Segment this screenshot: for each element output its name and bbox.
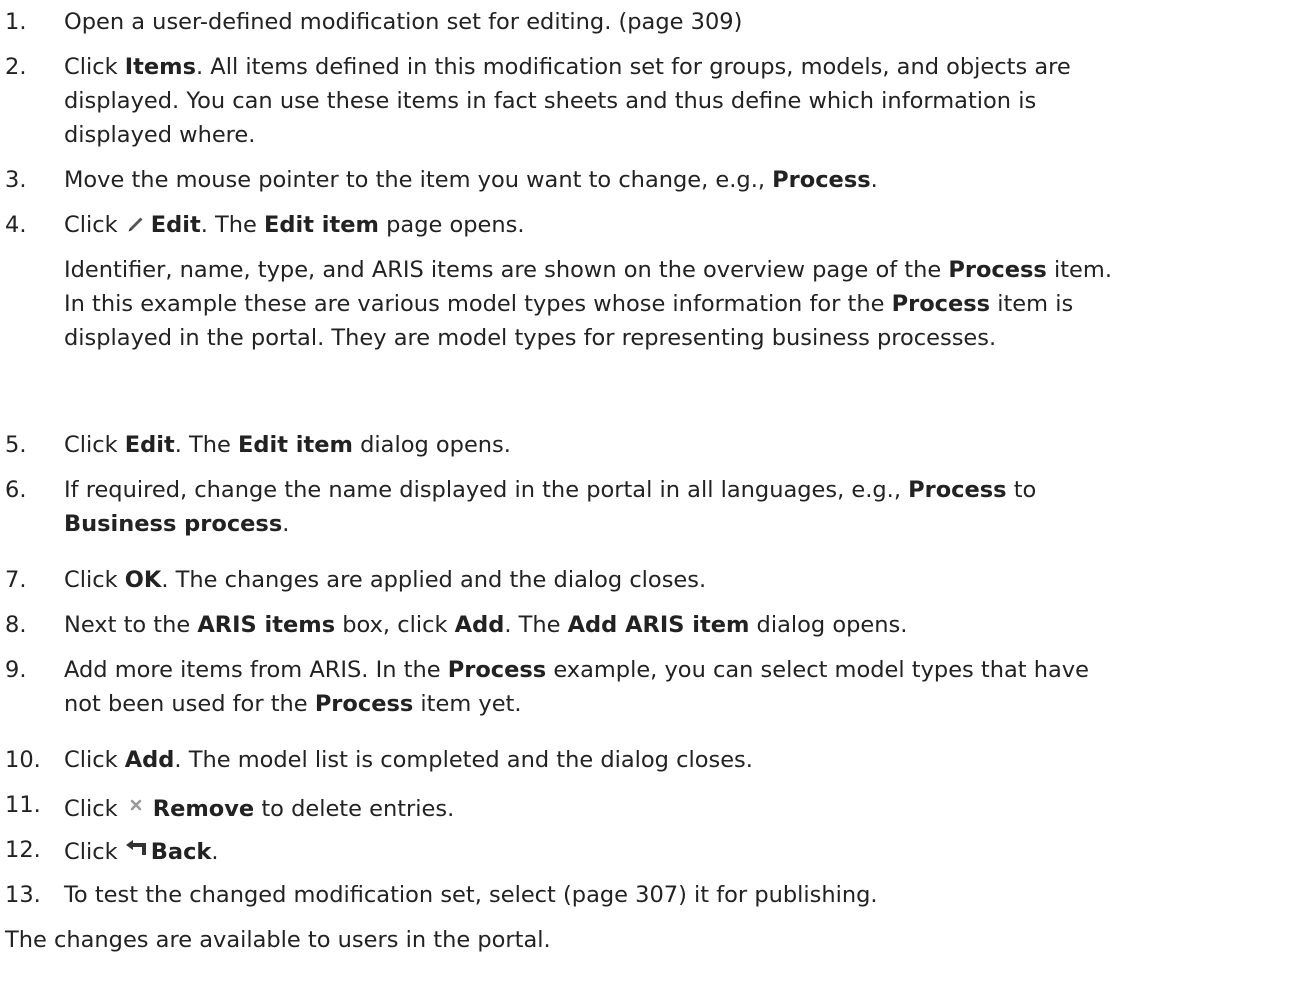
step-number: 10. — [5, 747, 41, 773]
step-4-paragraph: Identifier, name, type, and ARIS items a… — [64, 257, 1112, 351]
step-number: 5. — [5, 432, 27, 458]
pencil-icon — [125, 211, 145, 245]
step-number: 6. — [5, 477, 27, 503]
step-text: Click Edit. The Edit item dialog opens. — [64, 432, 511, 458]
step-text: Next to the ARIS items box, click Add. T… — [64, 612, 908, 638]
step-text: Click Remove to delete entries. — [64, 788, 1304, 822]
step-number: 8. — [5, 612, 27, 638]
step-text: Move the mouse pointer to the item you w… — [64, 167, 878, 193]
ui-term-edit-item: Edit item — [264, 212, 379, 238]
back-arrow-icon — [125, 833, 147, 867]
step-text: Click OK. The changes are applied and th… — [64, 567, 707, 593]
step-text: Click Add. The model list is completed a… — [64, 747, 753, 773]
remove-x-icon — [129, 788, 143, 822]
ui-term-edit: Edit — [150, 212, 201, 238]
step-number: 9. — [5, 657, 27, 683]
ui-term-items: Items — [124, 54, 196, 80]
step-number: 11. — [5, 792, 41, 818]
step-number: 7. — [5, 567, 27, 593]
step-number: 2. — [5, 54, 27, 80]
step-text: If required, change the name displayed i… — [64, 477, 1037, 537]
step-text: Click Edit. The Edit item page opens. — [64, 208, 1304, 242]
step-text: Click Items. All items defined in this m… — [64, 54, 1071, 148]
step-text: To test the changed modification set, se… — [64, 882, 878, 908]
step-number: 3. — [5, 167, 27, 193]
step-number: 1. — [5, 9, 27, 35]
step-number: 12. — [5, 837, 41, 863]
step-text: Open a user-defined modification set for… — [64, 9, 743, 35]
step-number: 13. — [5, 882, 41, 908]
closing-paragraph: The changes are available to users in th… — [5, 927, 551, 953]
ui-term-process: Process — [772, 167, 871, 193]
step-number: 4. — [5, 212, 27, 238]
step-text: Click Back. — [64, 833, 1304, 867]
step-text: Add more items from ARIS. In the Process… — [64, 657, 1089, 717]
